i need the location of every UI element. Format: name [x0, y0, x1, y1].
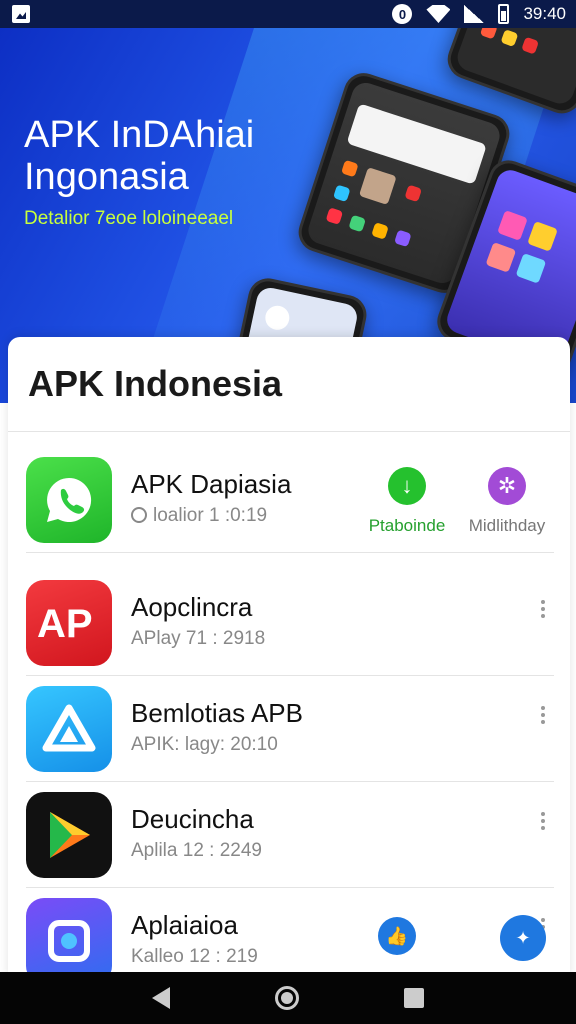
ap-logo-icon: AP — [26, 580, 112, 666]
more-options-icon[interactable] — [538, 600, 548, 618]
hero-title: APK InDAhiai Ingonasia — [24, 114, 255, 198]
app-name: APK Dapiasia — [131, 469, 292, 499]
card-header: APK Indonesia — [8, 337, 570, 432]
hero-subtitle: Detalior 7eoe loloineeael — [24, 208, 234, 229]
share-action-button[interactable]: ✲ Midlithday — [452, 467, 562, 536]
like-button[interactable]: 👍 — [378, 917, 416, 955]
list-item[interactable]: AP Aopclincra APlay 71 : 2918 — [26, 570, 554, 676]
app-name: Bemlotias APB — [131, 698, 303, 728]
status-time: 39:40 — [523, 4, 566, 23]
triangle-logo-icon — [26, 686, 112, 772]
thumbs-up-icon: 👍 — [378, 917, 416, 955]
download-arrow-icon: ↓ — [388, 467, 426, 505]
app-meta: APlay 71 : 2918 — [131, 628, 266, 649]
rocket-icon: ✦ — [500, 915, 546, 961]
battery-icon — [498, 4, 510, 24]
app-meta: loalior 1 :0:19 — [131, 505, 267, 527]
home-icon[interactable] — [274, 986, 299, 1010]
more-options-icon[interactable] — [538, 706, 548, 724]
app-list-card: APK Indonesia APK Dapiasia loalior 1 :0:… — [8, 337, 570, 984]
recent-apps-icon[interactable] — [403, 988, 424, 1008]
play-triangle-icon — [26, 792, 112, 878]
boost-button[interactable]: ✦ — [500, 915, 546, 961]
notification-icon: 0 — [392, 4, 413, 24]
more-options-icon[interactable] — [538, 812, 548, 830]
app-name: Aopclincra — [131, 592, 253, 622]
navigation-bar — [0, 972, 576, 1024]
page-title: APK Indonesia — [28, 363, 283, 404]
list-item[interactable]: Bemlotias APB APIK: lagy: 20:10 — [26, 676, 554, 782]
back-icon[interactable] — [152, 987, 171, 1009]
list-item[interactable]: APK Dapiasia loalior 1 :0:19 ↓ Ptaboinde… — [26, 447, 554, 553]
share-gear-icon: ✲ — [488, 467, 526, 505]
app-meta: Aplila 12 : 2249 — [131, 840, 262, 861]
gallery-icon — [12, 5, 30, 23]
search-icon — [131, 507, 147, 523]
svg-text:AP: AP — [37, 603, 93, 643]
app-name: Aplaiaioa — [131, 910, 238, 940]
app-meta: APIK: lagy: 20:10 — [131, 734, 278, 755]
app-name: Deucincha — [131, 804, 254, 834]
status-bar: 0 39:40 — [0, 0, 576, 28]
app-meta: Kalleo 12 : 219 — [131, 946, 258, 967]
download-action-button[interactable]: ↓ Ptaboinde — [352, 467, 462, 536]
list-item[interactable]: Deucincha Aplila 12 : 2249 — [26, 782, 554, 888]
signal-icon — [464, 5, 485, 23]
phone-icon — [26, 457, 112, 543]
wifi-icon — [426, 5, 451, 23]
